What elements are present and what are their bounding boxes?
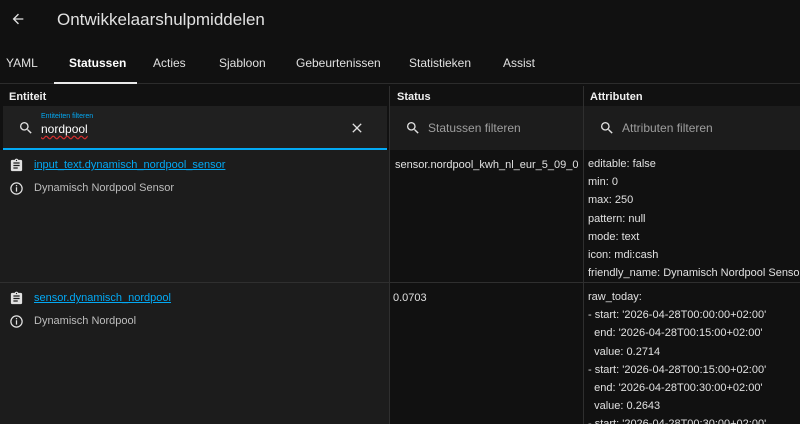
magnify-icon [407, 122, 419, 134]
entity-filter-label: Entiteiten filteren [41, 113, 94, 120]
clipboard-icon[interactable] [9, 291, 24, 306]
attributes-filter-input[interactable]: Attributen filteren [584, 106, 800, 150]
page-title: Ontwikkelaarshulpmiddelen [57, 10, 265, 29]
column-header-state[interactable]: Status [397, 86, 431, 106]
column-header-attributes[interactable]: Attributen [590, 86, 643, 106]
tab-statistieken[interactable]: Statistieken [409, 56, 471, 70]
close-icon[interactable] [349, 120, 365, 136]
active-tab-indicator [54, 82, 137, 84]
entity-friendly-name: Dynamisch Nordpool [34, 315, 137, 327]
entity-attributes: editable: false min: 0 max: 250 pattern:… [588, 158, 800, 280]
column-header-entity[interactable]: Entiteit [9, 86, 46, 106]
clipboard-icon[interactable] [9, 158, 24, 173]
table-row: input_text.dynamisch_nordpool_sensor Dyn… [0, 150, 800, 282]
tab-yaml[interactable]: YAML [6, 56, 38, 70]
tab-bar: YAML Statussen Acties Sjabloon Gebeurten… [0, 44, 800, 84]
states-table: Entiteit Status Attributen Entiteiten fi… [0, 86, 800, 424]
arrow-left-icon [12, 13, 24, 25]
entity-id-link[interactable]: sensor.dynamisch_nordpool [34, 292, 171, 304]
entity-filter-value[interactable]: nordpool [41, 122, 88, 136]
top-app-bar: Ontwikkelaarshulpmiddelen [0, 0, 800, 40]
table-row: sensor.dynamisch_nordpool Dynamisch Nord… [0, 283, 800, 424]
entity-state: 0.0703 [393, 292, 427, 304]
entity-attributes: raw_today: - start: '2026-04-28T00:00:00… [588, 291, 767, 424]
entity-id-link[interactable]: input_text.dynamisch_nordpool_sensor [34, 159, 225, 171]
tab-statussen[interactable]: Statussen [69, 56, 126, 70]
entity-filter-input[interactable]: Entiteiten filteren nordpool [3, 106, 387, 150]
tab-gebeurtenissen[interactable]: Gebeurtenissen [296, 56, 381, 70]
info-icon[interactable] [9, 181, 24, 196]
attributes-filter-placeholder: Attributen filteren [622, 121, 713, 135]
tab-sjabloon[interactable]: Sjabloon [219, 56, 266, 70]
tab-acties[interactable]: Acties [153, 56, 186, 70]
entity-cell: sensor.dynamisch_nordpool Dynamisch Nord… [0, 283, 389, 424]
magnify-icon [20, 122, 32, 134]
info-icon[interactable] [9, 314, 24, 329]
magnify-icon [601, 122, 613, 134]
tab-assist[interactable]: Assist [503, 56, 535, 70]
back-button[interactable] [8, 8, 28, 30]
entity-state: sensor.nordpool_kwh_nl_eur_5_09_0 [395, 159, 579, 171]
state-filter-placeholder: Statussen filteren [428, 121, 521, 135]
entity-friendly-name: Dynamisch Nordpool Sensor [34, 182, 175, 194]
entity-cell: input_text.dynamisch_nordpool_sensor Dyn… [0, 150, 389, 282]
state-filter-input[interactable]: Statussen filteren [390, 106, 583, 150]
